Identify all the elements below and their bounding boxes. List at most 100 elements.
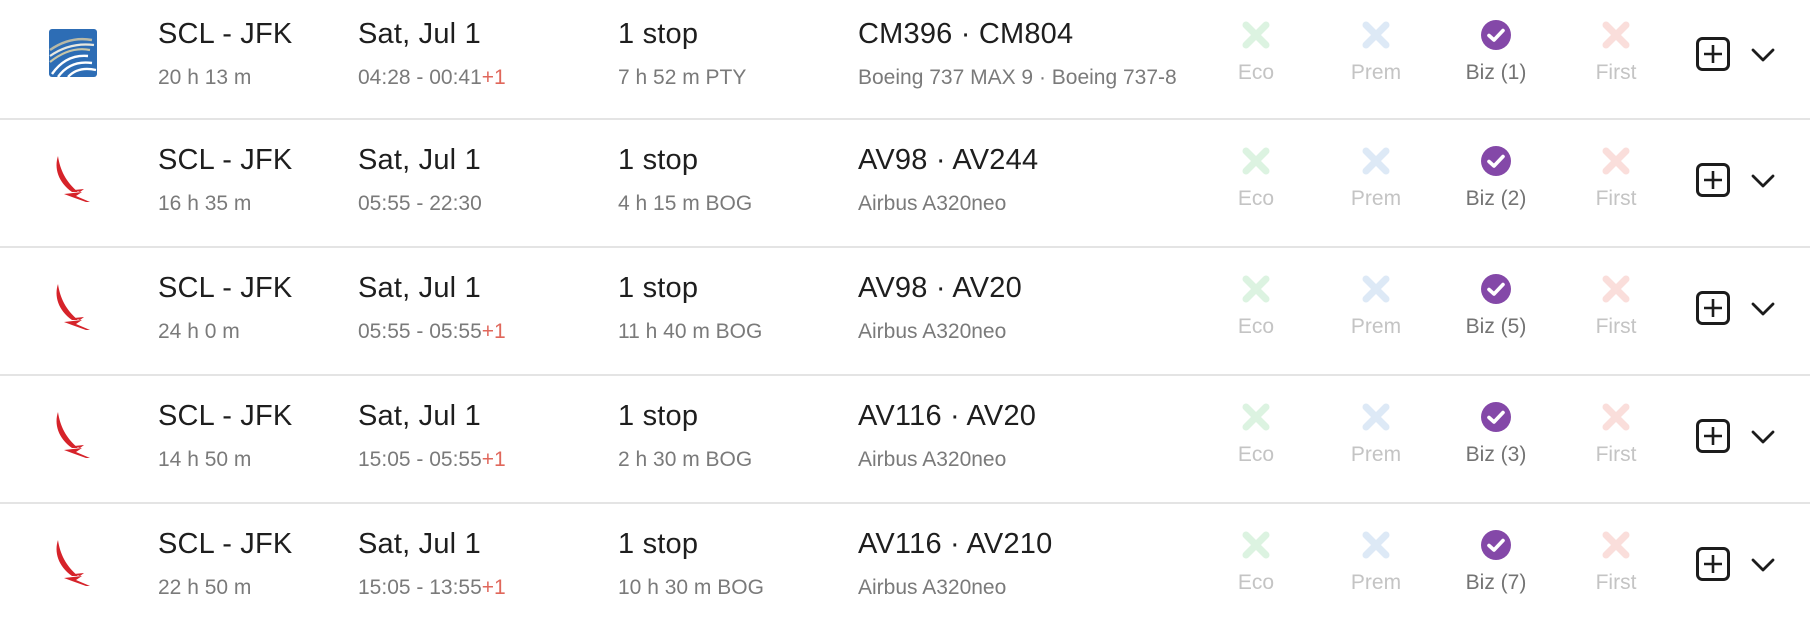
total-duration: 14 h 50 m <box>158 448 252 471</box>
cabin-label: First <box>1595 61 1637 84</box>
flight-times: 04:28 - 00:41+1 <box>358 66 506 90</box>
x-unavailable-icon <box>1362 21 1390 49</box>
plus-square-icon <box>1696 419 1730 453</box>
layover-info: 10 h 30 m BOG <box>618 576 764 599</box>
x-unavailable-icon <box>1602 147 1630 175</box>
flight-row[interactable]: SCL - JFK 16 h 35 m Sat, Jul 1 05:55 - 2… <box>0 120 1810 248</box>
flight-row[interactable]: SCL - JFK 22 h 50 m Sat, Jul 1 15:05 - 1… <box>0 504 1810 632</box>
expand-button[interactable] <box>1748 40 1778 70</box>
add-button[interactable] <box>1695 162 1731 198</box>
time-range: 15:05 - 13:55 <box>358 576 482 599</box>
stops-count: 1 stop <box>618 400 699 432</box>
flight-numbers: AV98 · AV244 <box>858 144 1039 176</box>
departure-date: Sat, Jul 1 <box>358 400 481 432</box>
flight-numbers: AV116 · AV20 <box>858 400 1037 432</box>
expand-button[interactable] <box>1748 294 1778 324</box>
aircraft-types: Airbus A320neo <box>858 448 1007 471</box>
next-day-indicator: +1 <box>481 320 506 343</box>
stops-count: 1 stop <box>618 272 699 304</box>
check-circle-icon <box>1481 402 1511 432</box>
cabin-premium[interactable]: Prem <box>1326 272 1426 339</box>
cabin-label: Eco <box>1237 571 1275 594</box>
flight-results-list: SCL - JFK 20 h 13 m Sat, Jul 1 04:28 - 0… <box>0 0 1810 632</box>
flight-times: 15:05 - 05:55+1 <box>358 448 506 472</box>
flight-times: 15:05 - 13:55+1 <box>358 576 506 600</box>
flight-row[interactable]: SCL - JFK 24 h 0 m Sat, Jul 1 05:55 - 05… <box>0 248 1810 376</box>
add-button[interactable] <box>1695 290 1731 326</box>
cabin-premium[interactable]: Prem <box>1326 144 1426 211</box>
cabin-first[interactable]: First <box>1566 400 1666 467</box>
cabin-eco[interactable]: Eco <box>1206 144 1306 211</box>
cabin-business[interactable]: Biz (5) <box>1446 272 1546 339</box>
aircraft-types: Airbus A320neo <box>858 320 1007 343</box>
x-unavailable-icon <box>1362 275 1390 303</box>
aircraft-types: Airbus A320neo <box>858 576 1007 599</box>
cabin-label: First <box>1595 571 1637 594</box>
check-circle-icon <box>1481 274 1511 304</box>
time-range: 15:05 - 05:55 <box>358 448 482 471</box>
add-button[interactable] <box>1695 546 1731 582</box>
check-circle-icon <box>1481 146 1511 176</box>
cabin-premium[interactable]: Prem <box>1326 400 1426 467</box>
x-unavailable-icon <box>1362 403 1390 431</box>
cabin-business[interactable]: Biz (1) <box>1446 18 1546 85</box>
expand-button[interactable] <box>1748 166 1778 196</box>
cabin-label: Biz (5) <box>1465 315 1527 338</box>
x-unavailable-icon <box>1602 21 1630 49</box>
layover-info: 4 h 15 m BOG <box>618 192 753 215</box>
cabin-first[interactable]: First <box>1566 144 1666 211</box>
layover-info: 7 h 52 m PTY <box>618 66 747 89</box>
flight-times: 05:55 - 05:55+1 <box>358 320 506 344</box>
expand-button[interactable] <box>1748 422 1778 452</box>
cabin-label: Prem <box>1350 315 1402 338</box>
cabin-business[interactable]: Biz (7) <box>1446 528 1546 595</box>
time-range: 05:55 - 22:30 <box>358 192 482 215</box>
departure-date: Sat, Jul 1 <box>358 272 481 304</box>
x-unavailable-icon <box>1602 531 1630 559</box>
add-button[interactable] <box>1695 418 1731 454</box>
x-unavailable-icon <box>1242 147 1270 175</box>
aircraft-types: Airbus A320neo <box>858 192 1007 215</box>
airline-logo <box>48 538 98 588</box>
cabin-eco[interactable]: Eco <box>1206 400 1306 467</box>
cabin-business[interactable]: Biz (2) <box>1446 144 1546 211</box>
x-unavailable-icon <box>1362 531 1390 559</box>
route: SCL - JFK <box>158 400 293 432</box>
x-unavailable-icon <box>1242 531 1270 559</box>
expand-button[interactable] <box>1748 550 1778 580</box>
cabin-label: Biz (1) <box>1465 61 1527 84</box>
cabin-label: Biz (2) <box>1465 187 1527 210</box>
avianca-logo-icon <box>56 156 90 202</box>
cabin-eco[interactable]: Eco <box>1206 272 1306 339</box>
next-day-indicator: +1 <box>481 448 506 471</box>
cabin-label: Eco <box>1237 187 1275 210</box>
airline-logo <box>48 154 98 204</box>
layover-info: 2 h 30 m BOG <box>618 448 753 471</box>
airline-logo <box>48 410 98 460</box>
x-unavailable-icon <box>1602 275 1630 303</box>
chevron-down-icon <box>1751 430 1775 444</box>
cabin-first[interactable]: First <box>1566 272 1666 339</box>
plus-square-icon <box>1696 547 1730 581</box>
total-duration: 20 h 13 m <box>158 66 252 89</box>
cabin-business[interactable]: Biz (3) <box>1446 400 1546 467</box>
route: SCL - JFK <box>158 144 293 176</box>
cabin-label: Eco <box>1237 443 1275 466</box>
flight-row[interactable]: SCL - JFK 20 h 13 m Sat, Jul 1 04:28 - 0… <box>0 0 1810 120</box>
flight-row[interactable]: SCL - JFK 14 h 50 m Sat, Jul 1 15:05 - 0… <box>0 376 1810 504</box>
stops-count: 1 stop <box>618 528 699 560</box>
add-button[interactable] <box>1695 36 1731 72</box>
avianca-logo-icon <box>56 412 90 458</box>
airline-logo <box>48 282 98 332</box>
cabin-label: Biz (3) <box>1465 443 1527 466</box>
cabin-eco[interactable]: Eco <box>1206 528 1306 595</box>
cabin-eco[interactable]: Eco <box>1206 18 1306 85</box>
check-circle-icon <box>1481 530 1511 560</box>
cabin-label: Eco <box>1237 315 1275 338</box>
cabin-first[interactable]: First <box>1566 18 1666 85</box>
cabin-premium[interactable]: Prem <box>1326 18 1426 85</box>
flight-numbers: CM396 · CM804 <box>858 18 1074 50</box>
cabin-premium[interactable]: Prem <box>1326 528 1426 595</box>
flight-numbers: AV116 · AV210 <box>858 528 1053 560</box>
cabin-first[interactable]: First <box>1566 528 1666 595</box>
